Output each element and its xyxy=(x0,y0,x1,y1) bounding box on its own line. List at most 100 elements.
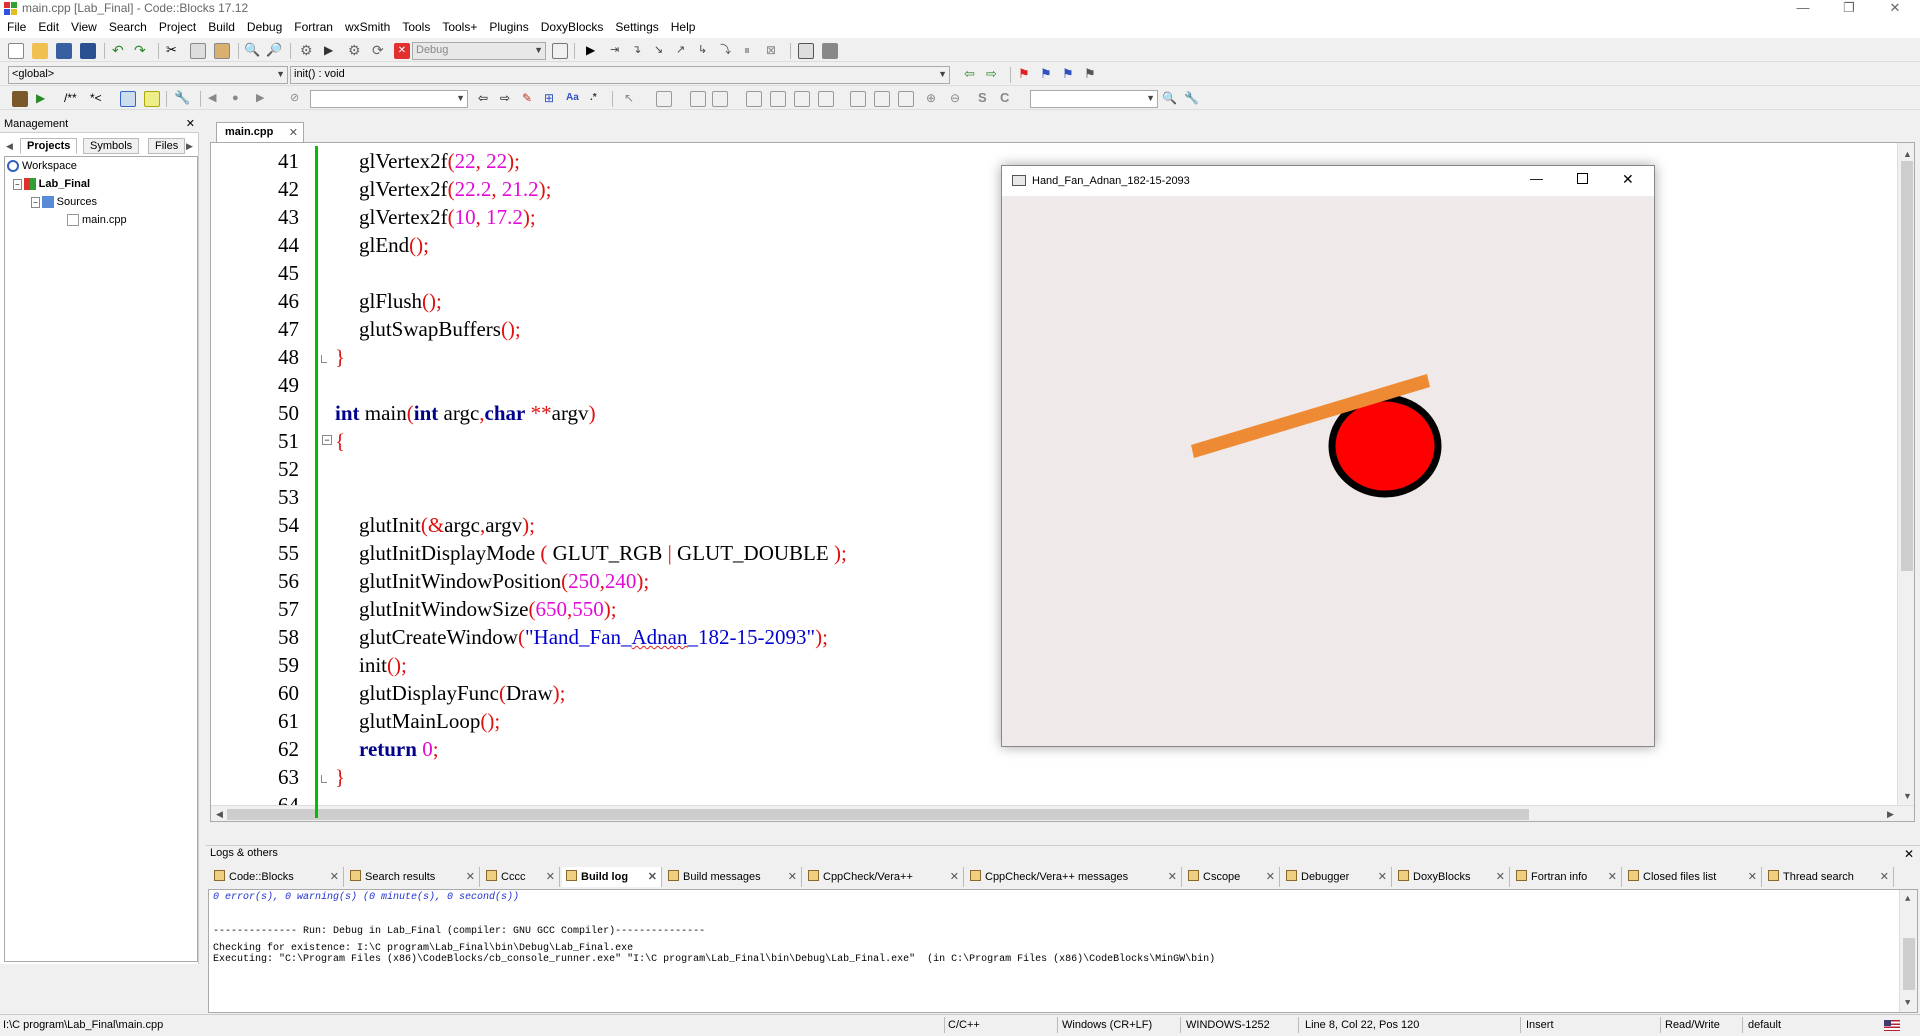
log-tab-build-log[interactable]: Build log ✕ xyxy=(562,867,662,887)
wx-flex-icon[interactable] xyxy=(818,91,834,107)
wx-sizer-h-icon[interactable] xyxy=(746,91,762,107)
log-tab-cccc[interactable]: Cccc ✕ xyxy=(482,867,560,887)
wx-button-icon[interactable] xyxy=(850,91,866,107)
build-log-output[interactable]: 0 error(s), 0 warning(s) (0 minute(s), 0… xyxy=(208,889,1918,1013)
breakpoint-next-icon[interactable]: ▶ xyxy=(256,91,272,107)
log-tab-thread-search[interactable]: Thread search ✕ xyxy=(1764,867,1894,887)
function-select[interactable]: init() : void ▼ xyxy=(290,66,950,84)
menu-tools[interactable]: Tools xyxy=(395,18,435,34)
scroll-thumb[interactable] xyxy=(1901,161,1913,571)
log-scroll-thumb[interactable] xyxy=(1903,938,1915,990)
glut-canvas[interactable] xyxy=(1002,196,1654,746)
copy-icon[interactable] xyxy=(190,43,206,59)
doxy-extract-icon[interactable]: ▶ xyxy=(36,91,52,107)
undo-icon[interactable]: ↶ xyxy=(112,43,128,59)
next-line-icon[interactable]: ↴ xyxy=(632,43,648,59)
editor-horizontal-scrollbar[interactable]: ◀ ▶ xyxy=(211,805,1914,821)
log-tab-doxyblocks[interactable]: DoxyBlocks ✕ xyxy=(1394,867,1510,887)
close-button[interactable]: ✕ xyxy=(1872,0,1918,18)
regex-icon[interactable]: .* xyxy=(590,91,606,107)
build-run-icon[interactable]: ⚙ xyxy=(348,43,364,59)
run-icon[interactable]: ▶ xyxy=(324,43,340,59)
log-tab-cppcheck-vera-messages[interactable]: CppCheck/Vera++ messages ✕ xyxy=(966,867,1182,887)
spell-settings-icon[interactable]: 🔧 xyxy=(1184,91,1200,107)
new-file-icon[interactable] xyxy=(8,43,24,59)
wx-combo-icon[interactable] xyxy=(898,91,914,107)
menu-tools-plus[interactable]: Tools+ xyxy=(435,18,482,34)
toggle-bookmark-icon[interactable]: ⚑ xyxy=(1018,67,1034,83)
tree-project[interactable]: − Lab_Final xyxy=(13,178,90,191)
search-prev-icon[interactable]: ⇦ xyxy=(478,91,494,107)
doxy-wizard-icon[interactable] xyxy=(12,91,28,107)
tab-scroll-left-icon[interactable]: ◀ xyxy=(6,141,13,152)
selected-text-icon[interactable]: ⊞ xyxy=(544,91,560,107)
collapse-icon[interactable]: − xyxy=(13,179,22,190)
select-cursor-icon[interactable]: ↖ xyxy=(624,91,640,107)
scroll-up-icon[interactable]: ▲ xyxy=(1905,894,1910,904)
log-tab-close-icon[interactable]: ✕ xyxy=(330,870,339,883)
step-instruction-icon[interactable]: ⤵ xyxy=(720,43,736,59)
wx-panel-icon[interactable] xyxy=(712,91,728,107)
breakpoint-prev-icon[interactable]: ◀ xyxy=(208,91,224,107)
open-file-icon[interactable] xyxy=(32,43,48,59)
build-gear-icon[interactable]: ⚙ xyxy=(300,43,316,59)
debug-info-icon[interactable] xyxy=(822,43,838,59)
tree-workspace[interactable]: Workspace xyxy=(7,160,77,173)
minimize-button[interactable]: — xyxy=(1780,0,1826,18)
menu-doxyblocks[interactable]: DoxyBlocks xyxy=(534,18,609,34)
config-wrench-icon[interactable]: 🔧 xyxy=(174,91,190,107)
menu-edit[interactable]: Edit xyxy=(31,18,64,34)
doxy-html-icon[interactable] xyxy=(120,91,136,107)
log-tab-code-blocks[interactable]: Code::Blocks ✕ xyxy=(210,867,344,887)
collapse-icon[interactable]: − xyxy=(31,197,40,208)
wx-text-icon[interactable] xyxy=(874,91,890,107)
match-case-icon[interactable]: Aa xyxy=(566,91,582,107)
search-box-icon[interactable]: ⊘ xyxy=(290,91,306,107)
menu-search[interactable]: Search xyxy=(102,18,152,34)
rebuild-icon[interactable]: ⟳ xyxy=(372,43,388,59)
menu-settings[interactable]: Settings xyxy=(608,18,663,34)
prev-bookmark-icon[interactable]: ⚑ xyxy=(1040,67,1056,83)
abort-icon[interactable]: ✕ xyxy=(394,43,410,59)
tab-projects[interactable]: Projects xyxy=(20,138,78,154)
scope-select[interactable]: <global> ▼ xyxy=(8,66,288,84)
scroll-up-icon[interactable]: ▲ xyxy=(1903,149,1912,159)
restore-button[interactable]: ❐ xyxy=(1826,0,1872,18)
jump-forward-icon[interactable]: ⇨ xyxy=(986,67,1002,83)
tree-file-main-cpp[interactable]: main.cpp xyxy=(67,214,127,227)
log-tab-close-icon[interactable]: ✕ xyxy=(788,870,797,883)
spell-c-icon[interactable]: C xyxy=(1000,91,1016,107)
tree-folder-sources[interactable]: − Sources xyxy=(31,196,97,209)
incremental-search-input[interactable]: ▼ xyxy=(310,90,468,108)
run-to-cursor-icon[interactable]: ⇥ xyxy=(610,43,626,59)
spell-dictionary-select[interactable]: ▼ xyxy=(1030,90,1158,108)
menu-fortran[interactable]: Fortran xyxy=(287,18,338,34)
build-target-select[interactable]: Debug ▼ xyxy=(412,42,546,60)
wx-frame-icon[interactable] xyxy=(656,91,672,107)
editor-tab-close-button[interactable]: ✕ xyxy=(289,126,298,139)
hscroll-thumb[interactable] xyxy=(227,809,1529,820)
doxy-comment-block-button[interactable]: /** xyxy=(64,91,84,107)
search-next-icon[interactable]: ⇨ xyxy=(500,91,516,107)
log-tab-close-icon[interactable]: ✕ xyxy=(950,870,959,883)
menu-debug[interactable]: Debug xyxy=(240,18,287,34)
log-tab-close-icon[interactable]: ✕ xyxy=(1496,870,1505,883)
log-tab-build-messages[interactable]: Build messages ✕ xyxy=(664,867,802,887)
scroll-down-icon[interactable]: ▼ xyxy=(1905,998,1910,1008)
menu-help[interactable]: Help xyxy=(664,18,701,34)
log-tab-close-icon[interactable]: ✕ xyxy=(1880,870,1889,883)
log-tab-close-icon[interactable]: ✕ xyxy=(546,870,555,883)
jump-back-icon[interactable]: ⇦ xyxy=(964,67,980,83)
log-tab-close-icon[interactable]: ✕ xyxy=(1168,870,1177,883)
log-tab-fortran-info[interactable]: Fortran info ✕ xyxy=(1512,867,1622,887)
redo-icon[interactable]: ↷ xyxy=(134,43,150,59)
scroll-right-icon[interactable]: ▶ xyxy=(1887,809,1894,820)
spell-find-icon[interactable]: 🔍 xyxy=(1162,91,1178,107)
glut-minimize-button[interactable]: — xyxy=(1530,171,1543,186)
paste-icon[interactable] xyxy=(214,43,230,59)
log-tab-debugger[interactable]: Debugger ✕ xyxy=(1282,867,1392,887)
glut-close-button[interactable]: ✕ xyxy=(1622,171,1634,188)
editor-vertical-scrollbar[interactable]: ▲ ▼ xyxy=(1897,143,1914,805)
breakpoint-icon[interactable]: ● xyxy=(232,91,248,107)
log-tab-closed-files-list[interactable]: Closed files list ✕ xyxy=(1624,867,1762,887)
